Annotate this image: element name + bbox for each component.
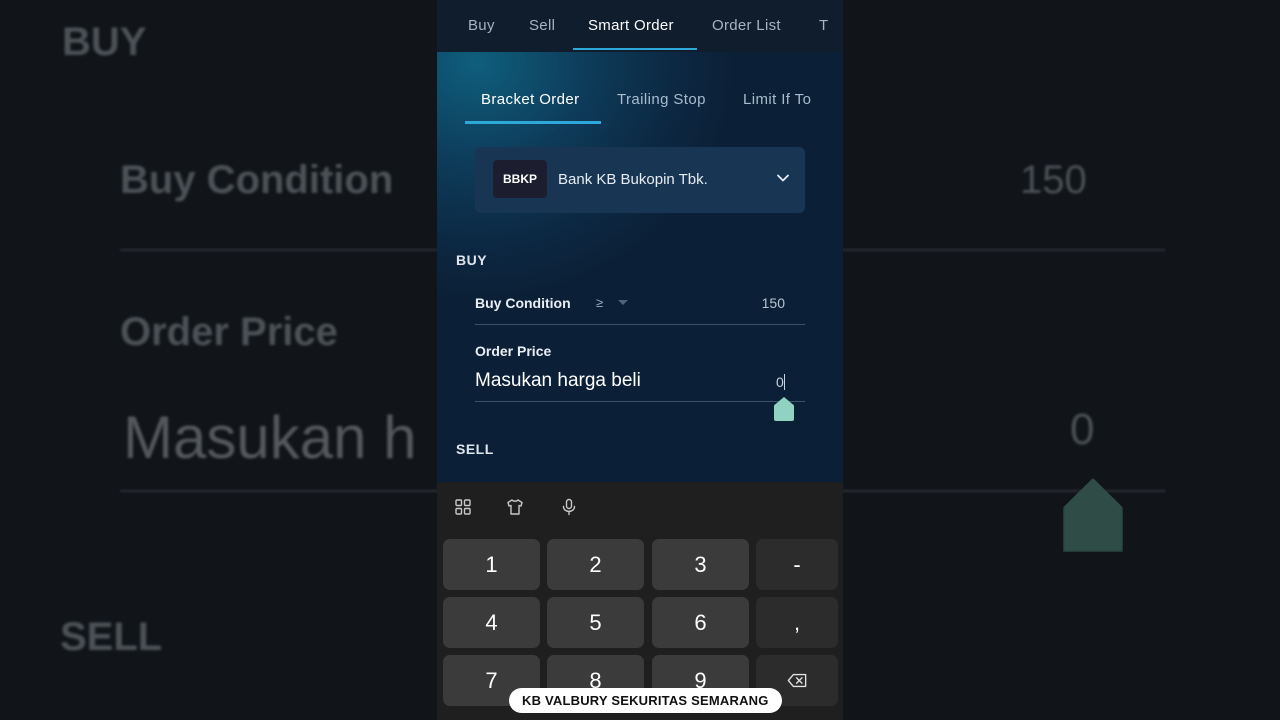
buy-condition-value[interactable]: 150 (762, 295, 785, 311)
tab-order-list[interactable]: Order List (712, 17, 781, 34)
active-tab-indicator (573, 48, 697, 50)
bg-order-price: Order Price (120, 310, 338, 354)
key-4[interactable]: 4 (443, 597, 540, 648)
stock-name: Bank KB Bukopin Tbk. (558, 171, 708, 188)
backspace-icon (787, 673, 807, 688)
tab-truncated[interactable]: T (819, 17, 828, 34)
subtab-limit-if-touched[interactable]: Limit If To (743, 91, 811, 108)
key-5[interactable]: 5 (547, 597, 644, 648)
key-minus[interactable]: - (756, 539, 838, 590)
stock-code-badge: BBKP (493, 160, 547, 198)
smart-order-content: Bracket Order Trailing Stop Limit If To … (437, 52, 843, 482)
bg-sell-title: SELL (60, 615, 163, 659)
order-price-label: Order Price (475, 343, 552, 359)
bg-condition-value: 150 (1020, 158, 1087, 202)
tab-sell[interactable]: Sell (529, 17, 555, 34)
key-comma[interactable]: , (756, 597, 838, 648)
grid-icon[interactable] (454, 498, 472, 516)
stock-selector[interactable]: BBKP Bank KB Bukopin Tbk. (475, 147, 805, 213)
shirt-icon[interactable] (506, 498, 524, 516)
buy-condition-label: Buy Condition (475, 295, 571, 311)
subtab-trailing-stop[interactable]: Trailing Stop (617, 91, 706, 108)
operator-dropdown-icon[interactable] (618, 300, 628, 305)
subtab-bracket-order[interactable]: Bracket Order (481, 91, 580, 108)
text-cursor (784, 374, 785, 390)
numeric-keyboard: 1 2 3 - 4 5 6 , 7 8 9 (437, 482, 843, 720)
divider (475, 324, 805, 325)
order-price-input[interactable]: Masukan harga beli (475, 370, 765, 392)
tab-smart-order[interactable]: Smart Order (588, 17, 674, 34)
microphone-icon[interactable] (560, 498, 578, 516)
tab-buy[interactable]: Buy (468, 17, 495, 34)
key-2[interactable]: 2 (547, 539, 644, 590)
bg-buy-title: BUY (62, 20, 147, 64)
video-caption: KB VALBURY SEKURITAS SEMARANG (509, 688, 782, 713)
divider (475, 401, 805, 402)
key-1[interactable]: 1 (443, 539, 540, 590)
order-price-value[interactable]: 0 (776, 374, 784, 390)
bg-input-value: 0 (1070, 405, 1095, 454)
top-tab-bar: Buy Sell Smart Order Order List T (437, 0, 843, 52)
condition-operator[interactable]: ≥ (596, 295, 603, 310)
bg-input-partial: Masukan h (123, 404, 417, 471)
key-3[interactable]: 3 (652, 539, 749, 590)
active-subtab-indicator (465, 121, 601, 124)
sell-section-title: SELL (456, 441, 494, 457)
buy-section-title: BUY (456, 252, 488, 268)
key-6[interactable]: 6 (652, 597, 749, 648)
chevron-down-icon[interactable] (777, 172, 789, 184)
phone-screen: Buy Sell Smart Order Order List T Bracke… (437, 0, 843, 720)
bg-buy-condition: Buy Condition (120, 158, 394, 202)
